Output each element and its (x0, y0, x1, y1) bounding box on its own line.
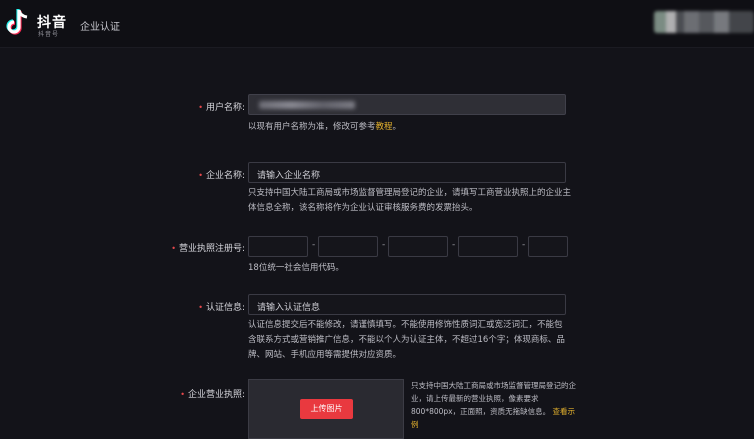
required-marker: • (198, 103, 203, 112)
business-license-label: • 企业营业执照: (180, 390, 245, 400)
license-separator: - (382, 240, 386, 250)
username-help: 以现有用户名称为准，修改可参考教程。 (248, 122, 402, 132)
blurred-username (259, 101, 355, 109)
required-marker: • (180, 390, 185, 399)
license-segment-3-input[interactable] (388, 236, 448, 257)
tutorial-link[interactable]: 教程 (376, 122, 393, 132)
license-separator: - (452, 240, 456, 250)
license-upload-help: 只支持中国大陆工商局或市场监督管理局登记的企业，请上传最新的营业执照，像素要求8… (411, 381, 576, 429)
required-marker: • (198, 171, 203, 180)
logo-subtitle: 抖音号 (38, 31, 60, 38)
license-number-help: 18位统一社会信用代码。 (248, 263, 344, 273)
upload-image-button[interactable]: 上传图片 (300, 399, 353, 419)
page-title: 企业认证 (80, 22, 120, 33)
douyin-logo[interactable]: 抖音 抖音号 (5, 8, 69, 38)
license-number-label: • 营业执照注册号: (171, 244, 245, 254)
company-name-input[interactable]: 请输入企业名称 (248, 162, 566, 183)
license-separator: - (522, 240, 526, 250)
license-segment-1-input[interactable] (248, 236, 308, 257)
tiktok-note-icon (6, 9, 28, 35)
top-bar: 抖音 抖音号 企业认证 (0, 0, 754, 48)
license-separator: - (312, 240, 316, 250)
company-name-placeholder: 请输入企业名称 (257, 171, 321, 181)
license-segment-5-input[interactable] (528, 236, 568, 257)
cert-info-help: 认证信息提交后不能修改，请谨慎填写。不能使用修饰性质词汇或宽泛词汇，不能包含联系… (248, 320, 565, 360)
username-label: • 用户名称: (198, 103, 245, 113)
company-name-label: • 企业名称: (198, 171, 245, 181)
username-field (248, 94, 566, 115)
required-marker: • (198, 303, 203, 312)
required-marker: • (171, 244, 176, 253)
user-avatar[interactable] (654, 11, 754, 33)
license-segment-2-input[interactable] (318, 236, 378, 257)
cert-info-input[interactable]: 请输入认证信息 (248, 294, 566, 315)
cert-info-label: • 认证信息: (198, 303, 245, 313)
cert-info-placeholder: 请输入认证信息 (257, 303, 321, 313)
license-segment-4-input[interactable] (458, 236, 518, 257)
company-name-help: 只支持中国大陆工商局或市场监督管理局登记的企业，请填写工商营业执照上的企业主体信… (248, 188, 572, 213)
